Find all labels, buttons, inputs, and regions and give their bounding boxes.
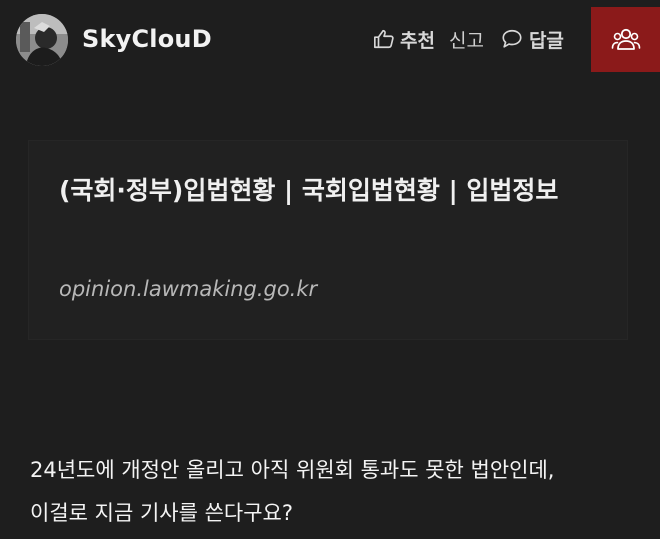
report-label: 신고 bbox=[448, 29, 484, 52]
avatar[interactable] bbox=[16, 14, 68, 66]
username[interactable]: SkyClouD bbox=[82, 24, 212, 54]
users-icon bbox=[611, 28, 640, 50]
recommend-button[interactable]: 추천 bbox=[372, 26, 435, 53]
comment-paragraph: 이걸로 지금 기사를 쓴다구요? bbox=[30, 501, 294, 525]
comment-paragraph: 24년도에 개정안 올리고 아직 위원회 통과도 못한 법안인데, bbox=[30, 458, 555, 482]
avatar-photo-icon bbox=[16, 14, 68, 66]
reply-button[interactable]: 답글 bbox=[500, 26, 564, 53]
comment-header: SkyClouD 추천 신고 답글 bbox=[0, 0, 660, 78]
recommend-label: 추천 bbox=[400, 29, 435, 52]
report-button[interactable]: 신고 bbox=[449, 26, 484, 53]
link-preview-url[interactable]: opinion.lawmaking.go.kr bbox=[59, 277, 317, 301]
comment-body: 24년도에 개정안 올리고 아직 위원회 통과도 못한 법안인데, 이걸로 지금… bbox=[30, 450, 650, 533]
reply-label: 답글 bbox=[528, 29, 564, 52]
link-preview-card[interactable]: (국회·정부)입법현황 | 국회입법현황 | 입법정보 opinion.lawm… bbox=[28, 140, 628, 340]
thumbs-up-icon bbox=[374, 29, 394, 49]
users-button[interactable] bbox=[591, 7, 660, 72]
comment-actions: 추천 신고 답글 bbox=[372, 24, 564, 54]
speech-bubble-icon bbox=[502, 29, 522, 48]
link-preview-title[interactable]: (국회·정부)입법현황 | 국회입법현황 | 입법정보 bbox=[59, 169, 614, 213]
